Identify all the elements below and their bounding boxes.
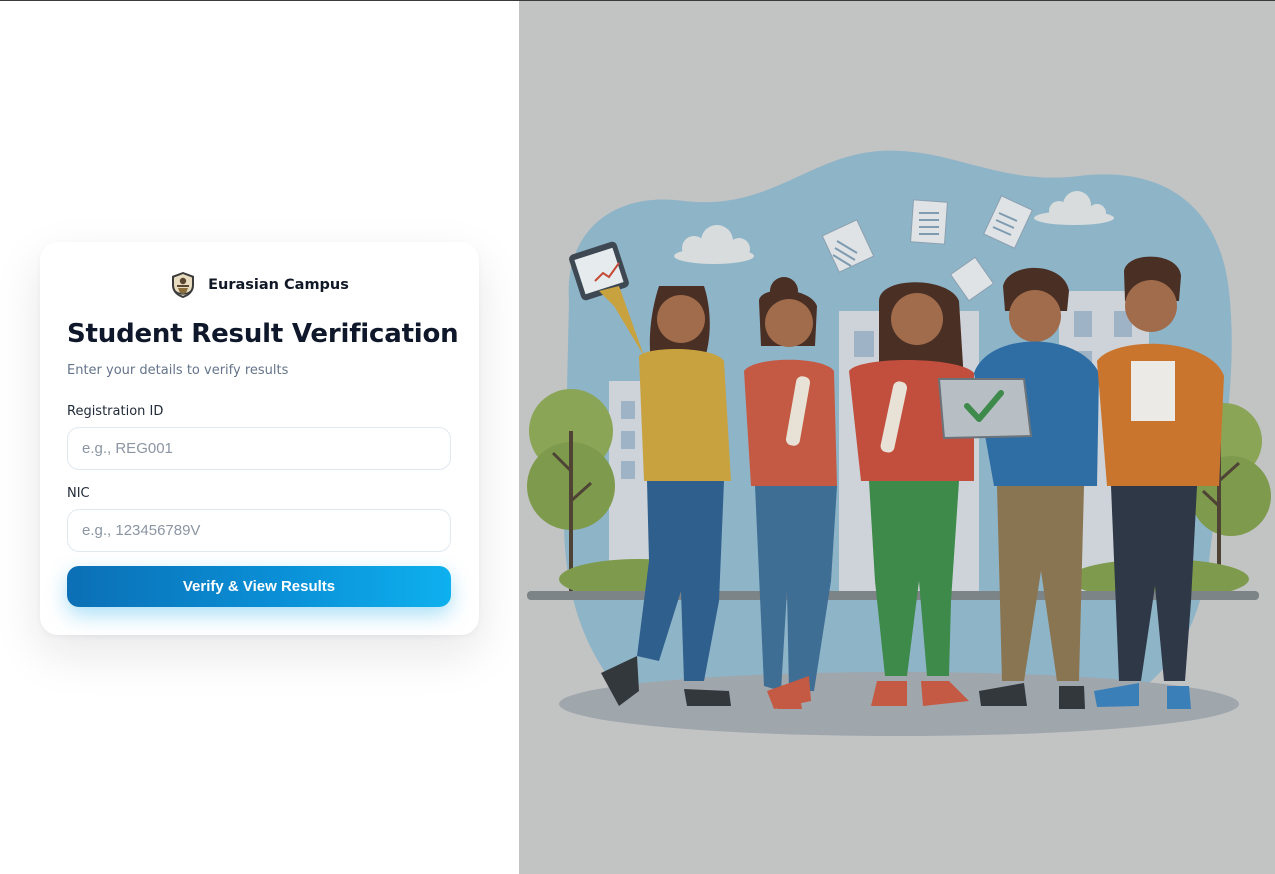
registration-id-label: Registration ID: [67, 404, 164, 419]
campus-crest-icon: [170, 271, 196, 299]
brand-header: Eurasian Campus: [40, 269, 479, 301]
nic-label: NIC: [67, 486, 90, 501]
page-subtitle: Enter your details to verify results: [67, 363, 289, 378]
brand-name: Eurasian Campus: [208, 277, 349, 293]
login-pane: Eurasian Campus Student Result Verificat…: [0, 1, 519, 874]
verify-results-button[interactable]: Verify & View Results: [67, 566, 451, 607]
nic-input[interactable]: [67, 509, 451, 552]
students-celebrating-illustration: [527, 150, 1271, 736]
illustration-pane: [519, 1, 1275, 874]
registration-id-input[interactable]: [67, 427, 451, 470]
page-title: Student Result Verification: [67, 319, 459, 349]
verification-card: Eurasian Campus Student Result Verificat…: [40, 242, 479, 635]
